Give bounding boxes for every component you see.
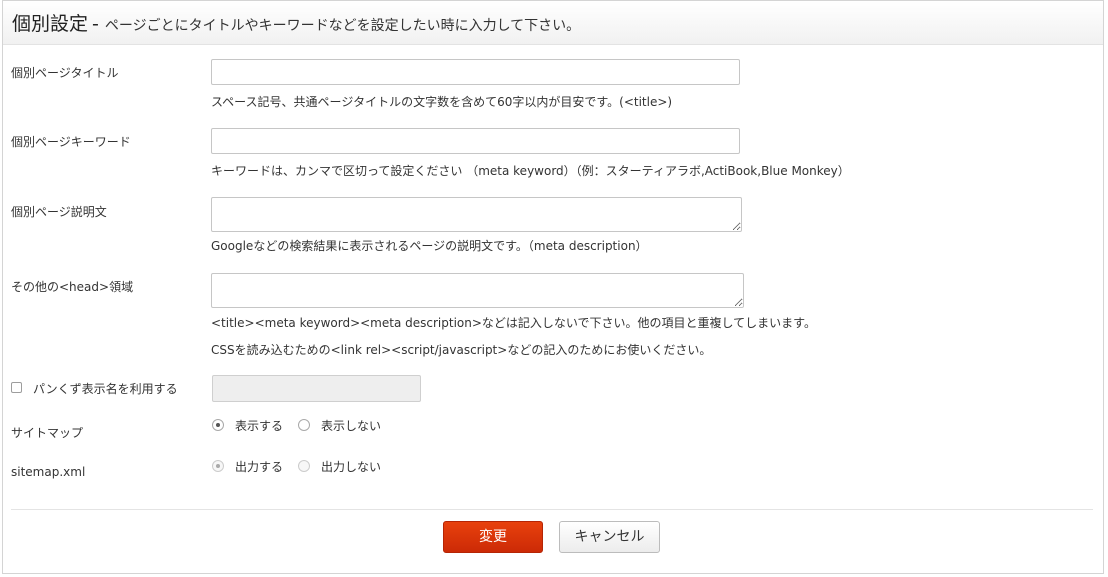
page-keywords-label: 個別ページキーワード — [11, 135, 131, 149]
page-keywords-input[interactable] — [211, 128, 740, 154]
page-title-help: スペース記号、共通ページタイトルの文字数を含めて60字以内が目安です。(<tit… — [211, 95, 673, 109]
cancel-button[interactable]: キャンセル — [559, 521, 660, 553]
page-description-label: 個別ページ説明文 — [11, 205, 107, 219]
head-area-help-2: CSSを読み込むための<link rel><script/javascript>… — [211, 343, 712, 357]
panel-header: 個別設定 - ページごとにタイトルやキーワードなどを設定したい時に入力して下さい。 — [3, 1, 1103, 45]
head-area-label: その他の<head>領域 — [11, 280, 134, 294]
submit-button[interactable]: 変更 — [443, 521, 543, 553]
sitemap-xml-no-output-radio — [298, 460, 310, 472]
sitemap-show-label[interactable]: 表示する — [235, 417, 283, 434]
breadcrumb-label: パンくず表示名を利用する — [33, 382, 178, 396]
head-area-textarea[interactable] — [211, 273, 744, 308]
sitemap-hide-label[interactable]: 表示しない — [321, 417, 381, 434]
sitemap-show-radio[interactable] — [212, 419, 224, 431]
page-keywords-help: キーワードは、カンマで区切って設定ください （meta keyword）（例：ス… — [211, 164, 850, 178]
sitemap-xml-label: sitemap.xml — [11, 465, 86, 479]
page-title-text: 個別設定 — [12, 13, 89, 35]
page-description: ページごとにタイトルやキーワードなどを設定したい時に入力して下さい。 — [104, 18, 581, 34]
breadcrumb-name-input — [212, 375, 421, 402]
sitemap-label: サイトマップ — [11, 426, 84, 440]
sitemap-xml-output-radio — [212, 460, 224, 472]
sitemap-xml-no-output-label: 出力しない — [321, 460, 382, 474]
page-title-input[interactable] — [211, 59, 740, 85]
page-description-help: Googleなどの検索結果に表示されるページの説明文です。（meta descr… — [211, 239, 648, 253]
page-title-label: 個別ページタイトル — [11, 66, 119, 80]
page-title: 個別設定 - ページごとにタイトルやキーワードなどを設定したい時に入力して下さい。 — [12, 9, 580, 36]
title-separator: - — [92, 13, 99, 35]
sitemap-xml-output-label: 出力する — [235, 460, 284, 474]
head-area-help-1: <title><meta keyword><meta description>な… — [211, 316, 816, 330]
sitemap-hide-radio[interactable] — [298, 419, 310, 431]
footer-divider — [11, 509, 1093, 510]
breadcrumb-checkbox[interactable] — [11, 382, 22, 393]
page-description-textarea[interactable] — [211, 197, 742, 232]
